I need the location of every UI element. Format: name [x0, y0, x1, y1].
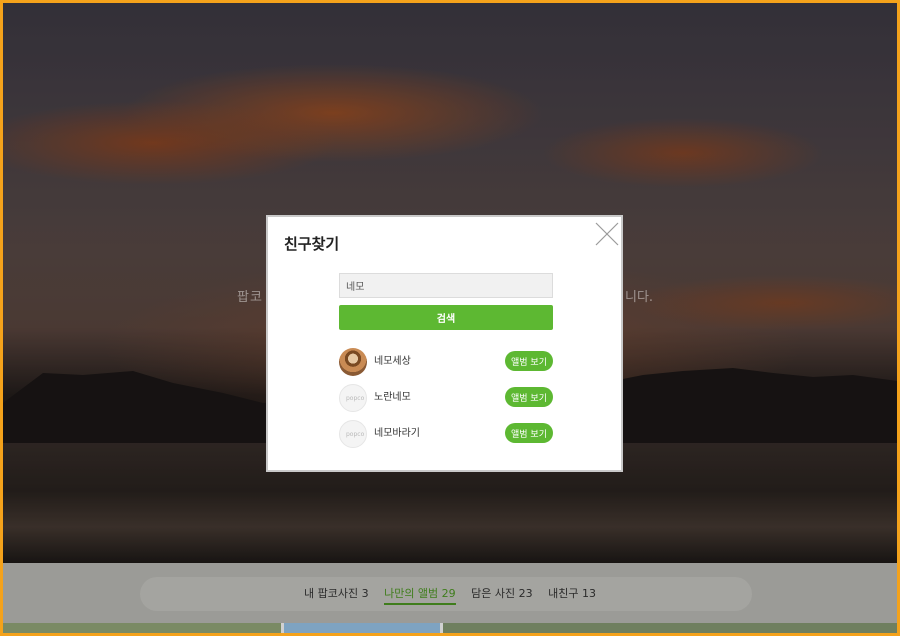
hero-text-right: 니다.: [625, 290, 654, 305]
default-avatar-icon: popco: [339, 384, 367, 412]
search-result-item: popco 네모바라기 앨범 보기: [339, 420, 553, 448]
result-name: 노란네모: [374, 392, 411, 403]
result-name: 네모바라기: [374, 428, 420, 439]
friend-search-input[interactable]: [339, 273, 553, 298]
search-button[interactable]: 검색: [339, 305, 553, 330]
result-name: 네모세상: [374, 356, 411, 367]
tab-my-friends[interactable]: 내친구 13: [548, 585, 596, 603]
view-album-button[interactable]: 앨범 보기: [505, 387, 553, 407]
find-friends-dialog: 친구찾기 검색 네모세상 앨범 보기 popco 노란네모 앨범 보기 popc…: [266, 215, 623, 472]
album-thumbnail[interactable]: [284, 623, 440, 633]
profile-tab-bar: 내 팝코사진 3 나만의 앨범 29 담은 사진 23 내친구 13: [3, 563, 897, 623]
default-avatar-icon: popco: [339, 420, 367, 448]
album-thumbnail-strip: [3, 623, 897, 633]
search-result-item: popco 노란네모 앨범 보기: [339, 384, 553, 412]
tab-saved-photos[interactable]: 담은 사진 23: [471, 585, 532, 603]
hero-text-left: 팝코: [237, 290, 263, 305]
view-album-button[interactable]: 앨범 보기: [505, 351, 553, 371]
album-thumbnail[interactable]: [443, 623, 897, 633]
dialog-title: 친구찾기: [284, 235, 340, 253]
tab-list: 내 팝코사진 3 나만의 앨범 29 담은 사진 23 내친구 13: [3, 585, 897, 605]
search-result-item: 네모세상 앨범 보기: [339, 348, 553, 376]
tab-my-albums[interactable]: 나만의 앨범 29: [384, 585, 456, 605]
close-icon[interactable]: [594, 221, 620, 247]
avatar: [339, 348, 367, 376]
tab-my-photos[interactable]: 내 팝코사진 3: [304, 585, 369, 603]
view-album-button[interactable]: 앨범 보기: [505, 423, 553, 443]
album-thumbnail[interactable]: [3, 623, 281, 633]
